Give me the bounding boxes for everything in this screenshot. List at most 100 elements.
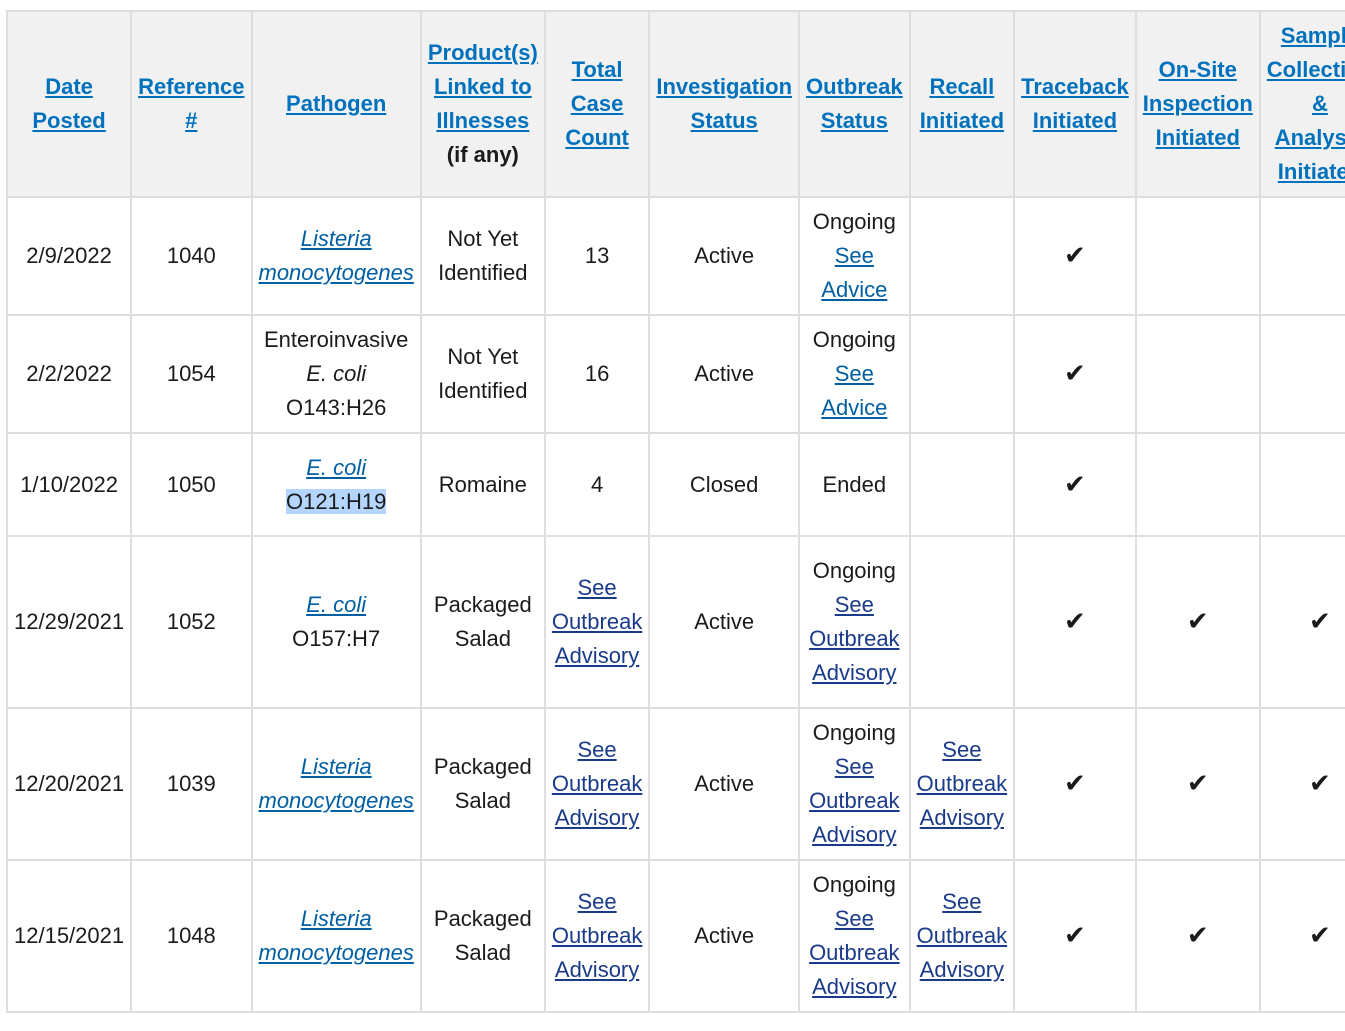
table-row: 12/29/2021 1052 E. coli O157:H7 Packaged…: [5, 535, 1345, 709]
header-onsite-inspection: On-Site Inspection Initiated: [1134, 10, 1261, 198]
pathogen-cell: Listeria monocytogenes: [250, 859, 422, 1013]
onsite-inspection-cell: [1134, 196, 1261, 316]
recall-initiated-cell: [908, 314, 1016, 434]
product-cell: Packaged Salad: [419, 707, 546, 861]
sort-date-posted-link[interactable]: Date Posted: [14, 70, 124, 138]
sort-products-link[interactable]: Product(s) Linked to Illnesses: [428, 36, 538, 138]
outbreak-status-cell: Ongoing See Outbreak Advisory: [798, 707, 911, 861]
sort-investigation-status-link[interactable]: Investigation Status: [656, 70, 792, 138]
reference-cell: 1039: [130, 707, 253, 861]
case-count-cell: 16: [543, 314, 651, 434]
onsite-inspection-cell: [1134, 314, 1261, 434]
sample-collection-cell: [1258, 314, 1345, 434]
date-posted-cell: 12/20/2021: [5, 707, 133, 861]
case-count-cell: 4: [543, 432, 651, 537]
sort-traceback-initiated-link[interactable]: Traceback Initiated: [1021, 70, 1129, 138]
pathogen-cell: Enteroinvasive E. coli O143:H26: [250, 314, 422, 434]
check-mark-icon: ✔: [1309, 606, 1331, 636]
date-posted-cell: 2/9/2022: [5, 196, 133, 316]
pathogen-cell: Listeria monocytogenes: [250, 707, 422, 861]
table-row: 2/9/2022 1040 Listeria monocytogenes Not …: [5, 196, 1345, 316]
check-mark-icon: ✔: [1064, 358, 1086, 388]
investigation-status-cell: Active: [648, 707, 801, 861]
product-cell: Packaged Salad: [419, 535, 546, 709]
outbreak-status-cell: Ongoing See Advice: [798, 196, 911, 316]
see-outbreak-advisory-link[interactable]: See Outbreak Advisory: [806, 902, 903, 1004]
sort-onsite-inspection-link[interactable]: On-Site Inspection Initiated: [1143, 53, 1253, 155]
check-mark-icon: ✔: [1309, 768, 1331, 798]
reference-cell: 1054: [130, 314, 253, 434]
check-mark-icon: ✔: [1064, 768, 1086, 798]
see-advice-link[interactable]: See Advice: [806, 239, 903, 307]
sort-total-case-count-link[interactable]: Total Case Count: [552, 53, 643, 155]
table-row: 12/15/2021 1048 Listeria monocytogenes Pa…: [5, 859, 1345, 1013]
see-outbreak-advisory-link[interactable]: See Outbreak Advisory: [917, 733, 1008, 835]
check-mark-icon: ✔: [1186, 768, 1209, 798]
sort-sample-collection-link[interactable]: SampleCollection&AnalysisInitiated: [1267, 19, 1345, 189]
investigation-status-cell: Active: [648, 859, 801, 1013]
date-posted-cell: 12/29/2021: [5, 535, 133, 709]
pathogen-link[interactable]: E. coli: [259, 451, 414, 485]
see-outbreak-advisory-link[interactable]: See Outbreak Advisory: [917, 885, 1008, 987]
pathogen-cell: E. coli O121:H19: [250, 432, 422, 537]
check-mark-icon: ✔: [1064, 240, 1086, 270]
see-outbreak-advisory-link[interactable]: See Outbreak Advisory: [806, 588, 903, 690]
see-outbreak-advisory-link[interactable]: See Outbreak Advisory: [552, 885, 643, 987]
products-subheading: (if any): [446, 142, 519, 167]
date-posted-cell: 2/2/2022: [5, 314, 133, 434]
outbreak-table-container: Date Posted Reference # Pathogen Product(s…: [5, 10, 1345, 1013]
header-pathogen: Pathogen: [250, 10, 422, 198]
check-mark-icon: ✔: [1186, 606, 1209, 636]
pathogen-cell: Listeria monocytogenes: [250, 196, 422, 316]
sample-collection-cell: ✔: [1258, 707, 1345, 861]
pathogen-link[interactable]: Listeria monocytogenes: [259, 750, 414, 818]
see-advice-link[interactable]: See Advice: [806, 357, 903, 425]
recall-initiated-cell: [908, 432, 1016, 537]
pathogen-cell: E. coli O157:H7: [250, 535, 422, 709]
table-row: 12/20/2021 1039 Listeria monocytogenes Pa…: [5, 707, 1345, 861]
sort-recall-initiated-link[interactable]: Recall Initiated: [917, 70, 1008, 138]
sort-reference-link[interactable]: Reference #: [138, 70, 244, 138]
traceback-initiated-cell: ✔: [1013, 314, 1137, 434]
product-cell: Not Yet Identified: [419, 314, 546, 434]
sort-outbreak-status-link[interactable]: Outbreak Status: [806, 70, 903, 138]
see-outbreak-advisory-link[interactable]: See Outbreak Advisory: [552, 571, 643, 673]
investigation-status-cell: Active: [648, 196, 801, 316]
sample-collection-cell: [1258, 196, 1345, 316]
investigation-status-cell: Active: [648, 535, 801, 709]
outbreak-status-cell: Ongoing See Outbreak Advisory: [798, 535, 911, 709]
traceback-initiated-cell: ✔: [1013, 535, 1137, 709]
traceback-initiated-cell: ✔: [1013, 859, 1137, 1013]
onsite-inspection-cell: ✔: [1134, 859, 1261, 1013]
reference-cell: 1040: [130, 196, 253, 316]
case-count-cell: See Outbreak Advisory: [543, 535, 651, 709]
date-posted-cell: 12/15/2021: [5, 859, 133, 1013]
pathogen-link[interactable]: E. coli: [259, 588, 414, 622]
check-mark-icon: ✔: [1064, 920, 1086, 950]
header-investigation-status: Investigation Status: [648, 10, 801, 198]
sample-collection-cell: ✔: [1258, 859, 1345, 1013]
reference-cell: 1048: [130, 859, 253, 1013]
case-count-cell: See Outbreak Advisory: [543, 859, 651, 1013]
pathogen-link[interactable]: Listeria monocytogenes: [259, 902, 414, 970]
onsite-inspection-cell: ✔: [1134, 535, 1261, 709]
pathogen-link[interactable]: Listeria monocytogenes: [259, 222, 414, 290]
recall-initiated-cell: See Outbreak Advisory: [908, 859, 1016, 1013]
outbreak-status-cell: Ongoing See Outbreak Advisory: [798, 859, 911, 1013]
sample-collection-cell: [1258, 432, 1345, 537]
outbreak-investigations-table: Date Posted Reference # Pathogen Product(s…: [5, 10, 1345, 1013]
see-outbreak-advisory-link[interactable]: See Outbreak Advisory: [806, 750, 903, 852]
header-outbreak-status: Outbreak Status: [798, 10, 911, 198]
table-row: 1/10/2022 1050 E. coli O121:H19 Romaine …: [5, 432, 1345, 537]
product-cell: Romaine: [419, 432, 546, 537]
onsite-inspection-cell: [1134, 432, 1261, 537]
selected-serotype-text: O121:H19: [286, 488, 387, 514]
check-mark-icon: ✔: [1186, 920, 1209, 950]
see-outbreak-advisory-link[interactable]: See Outbreak Advisory: [552, 733, 643, 835]
recall-initiated-cell: [908, 196, 1016, 316]
header-products: Product(s) Linked to Illnesses (if any): [419, 10, 546, 198]
header-sample-collection: SampleCollection&AnalysisInitiated: [1258, 10, 1345, 198]
traceback-initiated-cell: ✔: [1013, 196, 1137, 316]
sort-pathogen-link[interactable]: Pathogen: [259, 87, 414, 121]
recall-initiated-cell: See Outbreak Advisory: [908, 707, 1016, 861]
